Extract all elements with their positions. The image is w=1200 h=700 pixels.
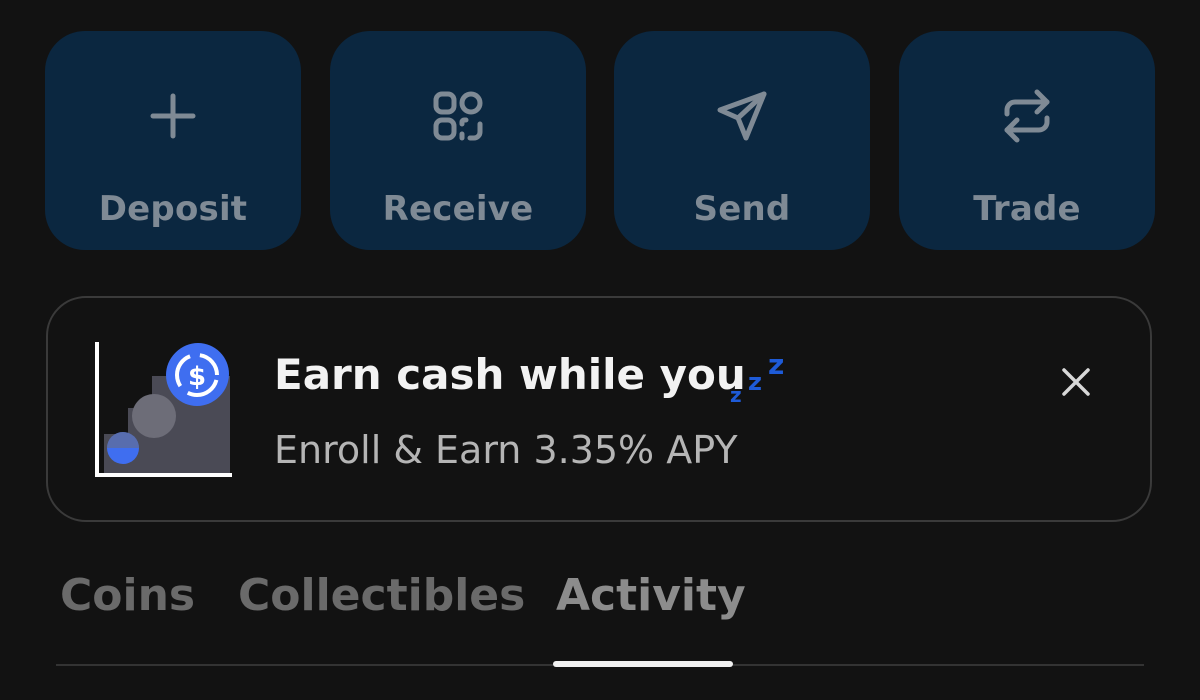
tab-collectibles[interactable]: Collectibles: [238, 570, 525, 621]
earn-promo-card[interactable]: $ Earn cash while you z z z Enroll & Ear…: [46, 296, 1152, 522]
swap-arrows-icon: [995, 84, 1059, 148]
close-icon[interactable]: [1054, 360, 1098, 404]
zzz-icon: z z z: [728, 346, 792, 407]
action-buttons-row: Deposit Receive Send Trade: [45, 31, 1155, 250]
send-button[interactable]: Send: [614, 31, 870, 250]
send-label: Send: [693, 189, 791, 229]
receive-label: Receive: [382, 189, 534, 229]
plus-icon: [141, 84, 205, 148]
trade-button[interactable]: Trade: [899, 31, 1155, 250]
content-tabs: Coins Collectibles Activity: [56, 560, 1144, 670]
active-tab-indicator: [553, 661, 733, 667]
svg-text:$: $: [188, 362, 206, 392]
tab-activity[interactable]: Activity: [556, 570, 746, 621]
trade-label: Trade: [973, 189, 1081, 229]
qr-scan-icon: [426, 84, 490, 148]
svg-text:z: z: [730, 383, 742, 406]
promo-subtitle: Enroll & Earn 3.35% APY: [274, 428, 738, 472]
wallet-screen: Deposit Receive Send Trade $ Earn cash w…: [0, 0, 1200, 700]
paper-plane-icon: [710, 84, 774, 148]
svg-text:z: z: [748, 368, 762, 396]
svg-text:z: z: [768, 348, 784, 381]
usdc-coin-icon: $: [166, 344, 228, 406]
promo-title: Earn cash while you: [274, 350, 746, 399]
receive-button[interactable]: Receive: [330, 31, 586, 250]
deposit-button[interactable]: Deposit: [45, 31, 301, 250]
tab-coins[interactable]: Coins: [60, 570, 195, 621]
deposit-label: Deposit: [98, 189, 248, 229]
